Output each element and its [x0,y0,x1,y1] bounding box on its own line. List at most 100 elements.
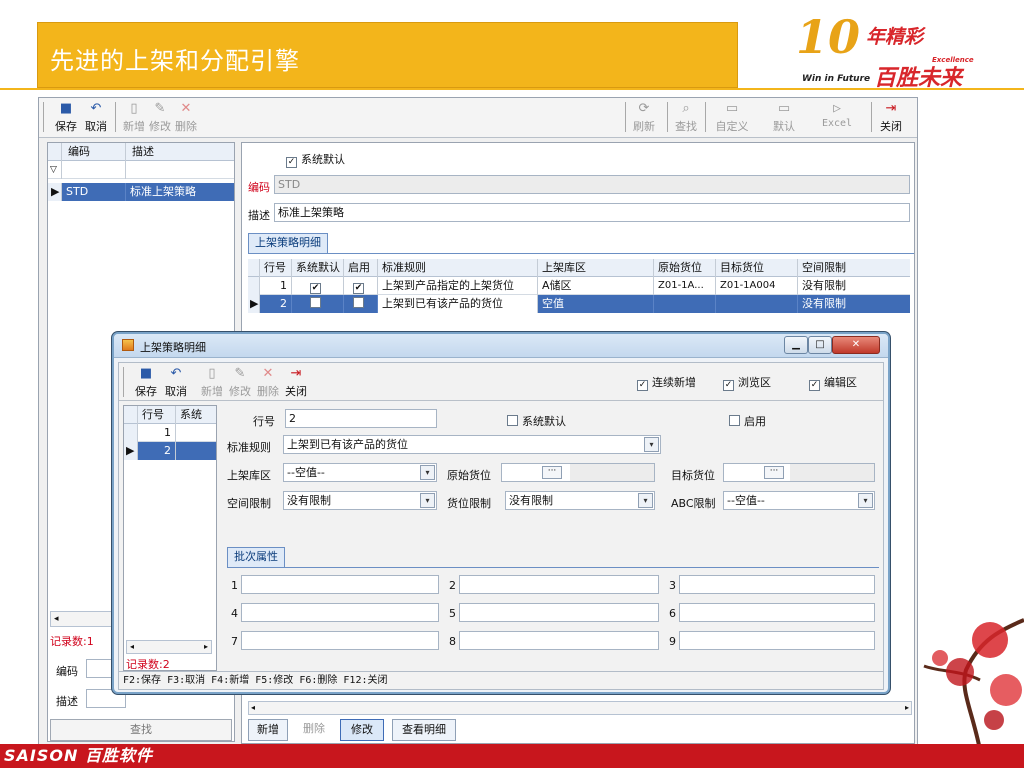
column-header-code[interactable]: 编码 [62,143,126,161]
table-row[interactable]: ▶ STD 标准上架策略 [48,183,234,201]
column-header-zone[interactable]: 上架库区 [538,259,654,277]
desc-field[interactable]: 标准上架策略 [274,203,910,222]
dialog-body: ■ 保存 ↶ 取消 ▯ 新增 ✎ 修改 ✕ 删除 ⇥ 关闭 ✓ 连续新增 ✓ 浏览区 ✓ 编辑区 … [118,362,884,690]
toolbar-separator [667,102,668,132]
code-filter-label: 编码 [56,665,78,678]
cell-enabled-checkbox[interactable] [344,295,378,313]
batch-attr-5-label: 5 [449,607,456,620]
detail-horizontal-scrollbar[interactable]: ◂ ▸ [248,701,912,715]
column-header-space[interactable]: 空间限制 [798,259,910,277]
column-header-rule[interactable]: 标准规则 [378,259,538,277]
loc-limit-select[interactable]: 没有限制 ▾ [505,491,655,510]
column-header-row-no[interactable]: 行号 [260,259,292,277]
system-default-checkbox[interactable]: ✓ 系统默认 [286,151,345,168]
table-row[interactable]: ▶ 2 上架到已有该产品的货位 空值 没有限制 [248,295,910,313]
zone-select[interactable]: --空值-- ▾ [283,463,437,482]
cell-space: 没有限制 [802,297,846,310]
dialog-edit-button[interactable]: ✎ 修改 [227,367,253,399]
detail-delete-button[interactable]: 删除 [292,719,336,741]
batch-attr-1-input[interactable] [241,575,439,594]
cell-enabled-checkbox[interactable]: ✔ [344,277,378,295]
src-loc-label: 原始货位 [447,469,491,482]
edit-area-checkbox[interactable]: ✓ 编辑区 [809,374,857,391]
horizontal-scrollbar[interactable]: ◂ [50,611,120,627]
close-button[interactable]: ⇥ 关闭 [877,102,905,134]
column-header-sys-default[interactable]: 系统默认 [292,259,344,277]
table-row[interactable]: ▶ 2 [124,442,216,460]
table-row[interactable]: 1 [124,424,216,442]
refresh-button[interactable]: ⟳ 刷新 [631,102,657,134]
batch-attr-5-input[interactable] [459,603,659,622]
maximize-icon: □ [815,339,825,350]
dialog-delete-button[interactable]: ✕ 删除 [255,367,281,399]
column-header-src-loc[interactable]: 原始货位 [654,259,716,277]
main-toolbar: ■ 保存 ↶ 取消 ▯ 新增 ✎ 修改 ✕ 删除 ⟳ 刷新 ⌕ 查找 ▭ 自定义 ▭ 默认 ▷ Ex… [39,98,917,138]
dialog-close-button[interactable]: ⇥ 关闭 [283,367,309,399]
chevron-down-icon: ▾ [858,493,873,508]
delete-icon: ✕ [180,101,192,116]
batch-attr-7-input[interactable] [241,631,439,650]
close-window-button[interactable]: ✕ [832,336,880,354]
batch-attr-6-label: 6 [669,607,676,620]
dialog-save-button[interactable]: ■ 保存 [133,367,159,399]
batch-attr-1-label: 1 [231,579,238,592]
excel-button[interactable]: ▷ Excel [817,102,857,134]
cell-sys-default-checkbox[interactable] [292,295,344,313]
column-header-desc[interactable]: 描述 [126,143,234,161]
column-header-dst-loc[interactable]: 目标货位 [716,259,798,277]
abc-select[interactable]: --空值-- ▾ [723,491,875,510]
dialog-add-label: 新增 [201,385,223,398]
save-button[interactable]: ■ 保存 [53,102,79,134]
ellipsis-icon[interactable]: ··· [764,466,784,479]
filter-row[interactable]: ▽ [48,161,234,179]
maximize-button[interactable]: □ [808,336,832,354]
detail-edit-button[interactable]: 修改 [340,719,384,741]
table-row[interactable]: 1 ✔ ✔ 上架到产品指定的上架货位 A储区 Z01-1A... Z01-1A0… [248,277,910,295]
custom-button[interactable]: ▭ 自定义 [711,102,753,134]
src-loc-input[interactable]: ··· [501,463,655,482]
tab-strategy-detail[interactable]: 上架策略明细 [248,233,328,253]
view-detail-button[interactable]: 查看明细 [392,719,456,741]
dst-loc-input[interactable]: ··· [723,463,875,482]
row-no-input[interactable]: 2 [285,409,437,428]
space-select[interactable]: 没有限制 ▾ [283,491,437,510]
batch-attr-6-input[interactable] [679,603,875,622]
detail-add-button[interactable]: 新增 [248,719,288,741]
browse-area-checkbox[interactable]: ✓ 浏览区 [723,374,771,391]
column-header-enabled[interactable]: 启用 [344,259,378,277]
dialog-title-bar[interactable]: 上架策略明细 ▁ □ ✕ [114,334,888,358]
batch-attr-8-input[interactable] [459,631,659,650]
enabled-checkbox[interactable]: 启用 [729,413,766,429]
batch-attr-2-input[interactable] [459,575,659,594]
batch-attr-8-label: 8 [449,635,456,648]
column-header-row-no[interactable]: 行号 [138,406,176,424]
delete-button[interactable]: ✕ 删除 [173,102,199,134]
dialog-list-scrollbar[interactable]: ◂ ▸ [126,640,212,654]
sys-default-label: 系统默认 [522,415,566,428]
code-field[interactable]: STD [274,175,910,194]
check-icon: ✔ [353,283,364,294]
continuous-add-checkbox[interactable]: ✓ 连续新增 [637,374,696,391]
default-button[interactable]: ▭ 默认 [769,102,799,134]
batch-attr-4-input[interactable] [241,603,439,622]
rule-select[interactable]: 上架到已有该产品的货位 ▾ [283,435,661,454]
minimize-button[interactable]: ▁ [784,336,808,354]
ellipsis-icon[interactable]: ··· [542,466,562,479]
find-button[interactable]: ⌕ 查找 [673,102,699,134]
cell-sys-default-checkbox[interactable]: ✔ [292,277,344,295]
batch-attr-9-input[interactable] [679,631,875,650]
sys-default-checkbox[interactable]: 系统默认 [507,413,566,429]
cancel-button[interactable]: ↶ 取消 [83,102,109,134]
dialog-add-button[interactable]: ▯ 新增 [199,367,225,399]
batch-attr-3-input[interactable] [679,575,875,594]
loc-limit-value: 没有限制 [509,494,553,507]
chevron-down-icon: ▾ [420,465,435,480]
edit-button[interactable]: ✎ 修改 [147,102,173,134]
add-button[interactable]: ▯ 新增 [121,102,147,134]
check-icon [353,297,364,308]
dialog-cancel-button[interactable]: ↶ 取消 [163,367,189,399]
save-icon: ■ [139,366,153,381]
column-header-sys[interactable]: 系统 [176,406,216,424]
search-button[interactable]: 查找 [50,719,232,741]
tab-batch-attributes[interactable]: 批次属性 [227,547,285,567]
